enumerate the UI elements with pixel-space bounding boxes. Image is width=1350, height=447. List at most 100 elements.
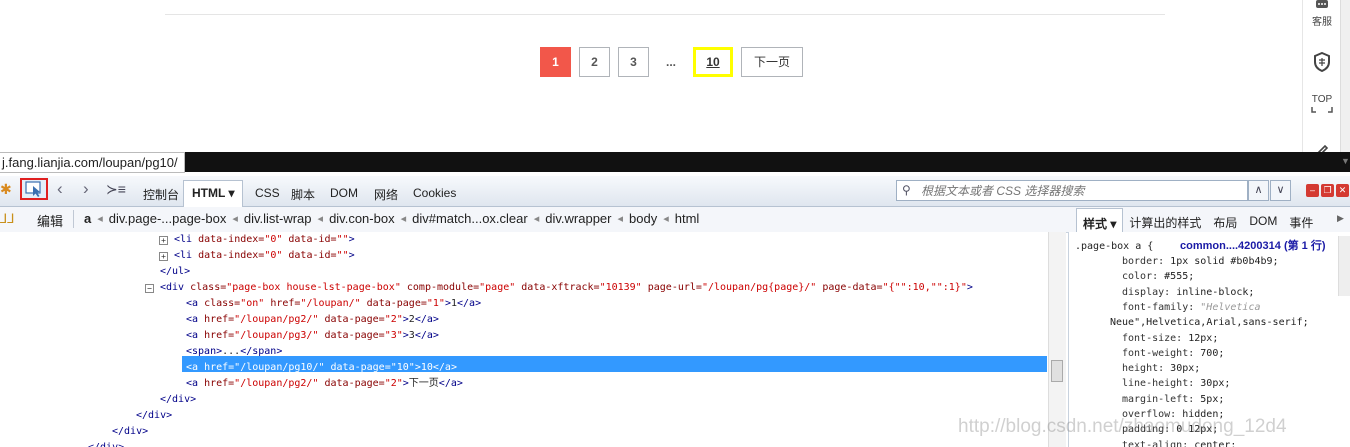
crumb-wrapper[interactable]: div.wrapper	[545, 211, 611, 226]
search-prev-button[interactable]: ∧	[1248, 180, 1269, 201]
html-node[interactable]: <a href="/loupan/pg3/" data-page="3">3</…	[186, 328, 439, 344]
detach-icon[interactable]: ❐	[1321, 184, 1334, 197]
tab-script[interactable]: 脚本	[291, 186, 315, 203]
scroll-thumb[interactable]	[1051, 360, 1063, 382]
scroll-down-icon[interactable]: ▼	[1341, 156, 1350, 166]
watermark: http://blog.csdn.net/zhaomudong_12d4	[958, 416, 1287, 437]
tab-net[interactable]: 网络	[374, 186, 398, 203]
html-node[interactable]: </div>	[136, 408, 172, 424]
forward-icon[interactable]: ›	[83, 179, 89, 199]
chat-icon	[1316, 0, 1328, 8]
html-node[interactable]: <div class="page-box house-lst-page-box"…	[160, 280, 973, 296]
close-icon[interactable]: ✕	[1336, 184, 1349, 197]
firebug-icon[interactable]: ✱	[0, 181, 12, 198]
tab-style[interactable]: 样式 ▾	[1076, 208, 1124, 234]
css-property[interactable]: display: inline-block;	[1122, 285, 1254, 300]
html-node[interactable]: </div>	[112, 424, 148, 440]
web-page: 1 2 3 ... 10 下一页	[0, 0, 1350, 152]
customer-service-button[interactable]: 客服	[1303, 0, 1341, 28]
window-edge	[0, 152, 1350, 172]
devtools-search[interactable]: ⚲	[896, 180, 1248, 201]
edit-button[interactable]: 编辑	[37, 211, 63, 230]
crumb-html[interactable]: html	[675, 211, 700, 226]
chevron-left-icon: ◂	[663, 213, 669, 225]
toolbar-icon[interactable]: ⅃⅃	[0, 211, 15, 227]
html-node[interactable]: <a href="/loupan/pg2/" data-page="2">2</…	[186, 312, 439, 328]
css-property[interactable]: color: #555;	[1122, 269, 1194, 284]
breadcrumb: a ◂ div.page-...page-box ◂ div.list-wrap…	[84, 211, 699, 226]
page-link-10[interactable]: 10	[693, 47, 733, 77]
bracket-icon	[1311, 107, 1333, 113]
security-button[interactable]	[1303, 51, 1341, 75]
crumb-page-box[interactable]: div.page-...page-box	[109, 211, 227, 226]
html-node[interactable]: <a class="on" href="/loupan/" data-page=…	[186, 296, 481, 312]
inspect-icon	[25, 181, 41, 197]
next-page-link[interactable]: 下一页	[741, 47, 803, 77]
back-to-top-label: TOP	[1311, 94, 1333, 105]
tab-html[interactable]: HTML ▾	[192, 186, 234, 200]
status-url: j.fang.lianjia.com/loupan/pg10/	[0, 152, 185, 173]
crumb-a[interactable]: a	[84, 211, 91, 226]
tab-console[interactable]: 控制台	[143, 186, 179, 203]
page-scrollbar[interactable]	[1340, 0, 1350, 168]
css-property[interactable]: font-size: 12px;	[1122, 331, 1218, 346]
chevron-left-icon: ◂	[232, 213, 238, 225]
inspect-element-button[interactable]	[20, 178, 48, 200]
customer-service-label: 客服	[1312, 17, 1332, 28]
crumb-match[interactable]: div#match...ox.clear	[412, 211, 528, 226]
divider	[73, 210, 74, 228]
crumb-body[interactable]: body	[629, 211, 657, 226]
pagination-ellipsis: ...	[665, 55, 676, 69]
page-link-3[interactable]: 3	[618, 47, 649, 77]
css-property[interactable]: Neue",Helvetica,Arial,sans-serif;	[1110, 315, 1309, 330]
html-node[interactable]: </div>	[160, 392, 196, 408]
divider	[165, 14, 1165, 15]
tab-css[interactable]: CSS	[255, 186, 280, 200]
command-line-icon[interactable]: ≻≡	[106, 181, 126, 198]
shield-icon	[1314, 51, 1330, 73]
collapse-icon[interactable]: −	[145, 284, 154, 293]
css-property[interactable]: line-height: 30px;	[1122, 376, 1230, 391]
back-to-top-button[interactable]: TOP	[1303, 86, 1341, 116]
side-panel-tabs: 样式 ▾ 计算出的样式 布局 DOM 事件	[1076, 208, 1319, 234]
back-icon[interactable]: ‹	[57, 179, 63, 199]
html-tree-panel: <li data-index="0" data-id=""> + <li data-…	[0, 232, 1048, 447]
css-property[interactable]: height: 30px;	[1122, 361, 1200, 376]
tab-dom[interactable]: DOM	[330, 186, 358, 200]
css-property[interactable]: text-align: center;	[1122, 438, 1236, 447]
css-selector: .page-box a {	[1075, 241, 1154, 252]
css-property[interactable]: margin-left: 5px;	[1122, 392, 1224, 407]
css-source-link[interactable]: common....4200314 (第 1 行)	[1180, 239, 1326, 254]
search-input[interactable]	[919, 181, 1243, 200]
tab-layout[interactable]: 布局	[1207, 208, 1243, 234]
expand-icon[interactable]: +	[159, 236, 168, 245]
html-node[interactable]: <a href="/loupan/pg2/" data-page="2">下一页…	[186, 376, 463, 392]
css-property[interactable]: border: 1px solid #b0b4b9;	[1122, 254, 1279, 269]
minimize-icon[interactable]: –	[1306, 184, 1319, 197]
tab-events[interactable]: 事件	[1283, 208, 1319, 234]
crumb-list-wrap[interactable]: div.list-wrap	[244, 211, 312, 226]
html-node[interactable]: </ul>	[160, 264, 190, 280]
tab-cookies[interactable]: Cookies	[413, 186, 456, 200]
style-scrollbar[interactable]	[1338, 236, 1350, 296]
html-node[interactable]: </div>	[88, 440, 124, 447]
html-panel-scrollbar[interactable]	[1048, 232, 1066, 447]
page-link-1[interactable]: 1	[540, 47, 571, 77]
css-property[interactable]: font-family: "Helvetica	[1122, 300, 1261, 315]
chevron-left-icon: ◂	[400, 213, 407, 225]
crumb-con-box[interactable]: div.con-box	[329, 211, 395, 226]
search-next-button[interactable]: ∨	[1270, 180, 1291, 201]
floating-side-bar: 客服 TOP	[1302, 0, 1341, 168]
pagination: 1 2 3 ... 10 下一页	[540, 47, 811, 77]
expand-icon[interactable]: +	[159, 252, 168, 261]
html-node[interactable]: <li data-index="0" data-id="">	[174, 248, 355, 264]
chevron-left-icon: ◂	[317, 213, 324, 225]
chevron-left-icon: ◂	[617, 213, 624, 225]
tab-side-dom[interactable]: DOM	[1243, 208, 1283, 234]
page-link-2[interactable]: 2	[579, 47, 610, 77]
css-property[interactable]: font-weight: 700;	[1122, 346, 1224, 361]
html-node[interactable]: <li data-index="0" data-id="">	[174, 232, 355, 248]
tab-computed[interactable]: 计算出的样式	[1123, 208, 1207, 234]
html-node-selected-text[interactable]: <a href="/loupan/pg10/" data-page="10">1…	[186, 360, 457, 376]
tab-overflow-icon[interactable]: ▶	[1337, 213, 1344, 224]
